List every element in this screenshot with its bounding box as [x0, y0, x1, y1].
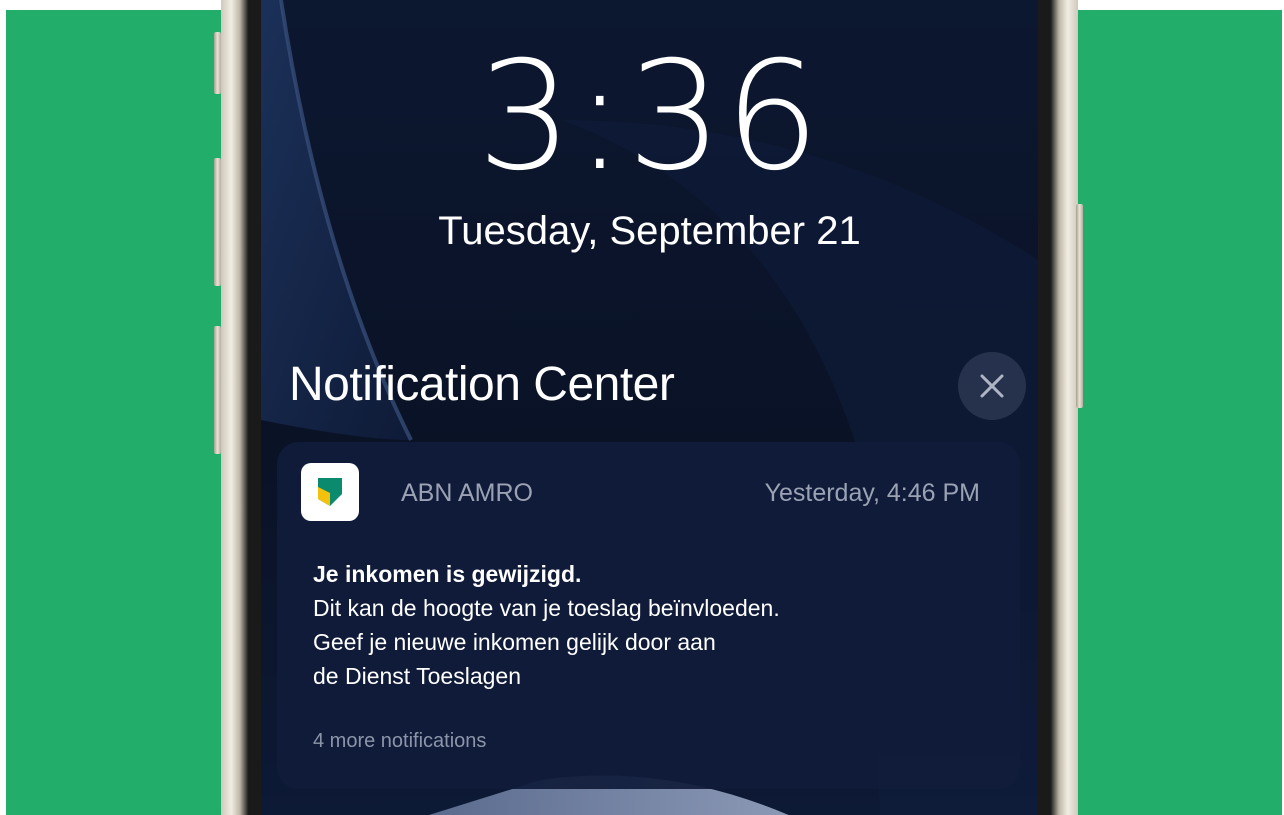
- notification-center-close-button[interactable]: [958, 352, 1026, 420]
- volume-up-button: [214, 158, 221, 286]
- abn-amro-app-icon: [301, 463, 359, 521]
- lock-time: 3:36: [477, 30, 822, 204]
- notification-body-line: Dit kan de hoogte van je toeslag beïnvlo…: [313, 595, 780, 621]
- volume-down-button: [214, 326, 221, 454]
- screenshot-stage: 3:36 Tuesday, September 21 Notification …: [0, 0, 1284, 815]
- notification-title: Je inkomen is gewijzigd.: [313, 561, 582, 587]
- more-notifications-link[interactable]: 4 more notifications: [313, 727, 486, 755]
- lock-screen: 3:36 Tuesday, September 21 Notification …: [261, 0, 1038, 815]
- notification-body-line: de Dienst Toeslagen: [313, 663, 521, 689]
- mute-switch: [214, 32, 221, 94]
- notification-center-title: Notification Center: [289, 358, 675, 411]
- notification-timestamp: Yesterday, 4:46 PM: [764, 479, 980, 507]
- abn-amro-shield-icon: [318, 478, 342, 506]
- notification-app-name: ABN AMRO: [401, 479, 533, 507]
- close-icon: [980, 374, 1004, 398]
- power-button: [1076, 204, 1083, 408]
- notification-card[interactable]: ABN AMRO Yesterday, 4:46 PM Je inkomen i…: [277, 442, 1020, 789]
- notification-body-line: Geef je nieuwe inkomen gelijk door aan: [313, 629, 716, 655]
- lock-date: Tuesday, September 21: [438, 209, 861, 253]
